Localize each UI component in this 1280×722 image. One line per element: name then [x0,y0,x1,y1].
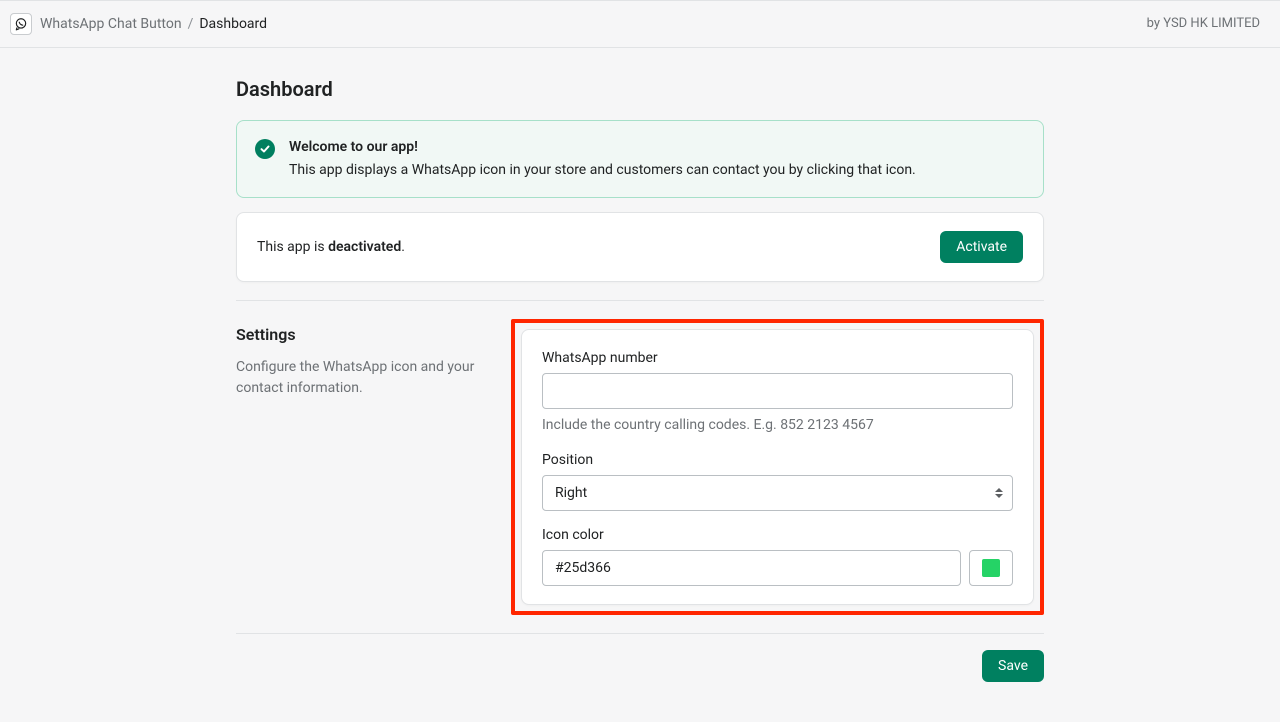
save-button[interactable]: Save [982,650,1044,682]
field-position: Position Right [542,450,1013,511]
activate-button[interactable]: Activate [940,231,1023,263]
banner-title: Welcome to our app! [289,137,916,158]
settings-side: Settings Configure the WhatsApp icon and… [236,319,491,399]
by-line: by YSD HK LIMITED [1147,14,1260,34]
status-prefix: This app is [257,239,328,255]
settings-card: WhatsApp number Include the country call… [521,329,1034,605]
color-swatch [982,559,1000,577]
position-select-wrap: Right [542,475,1013,511]
banner-description: This app displays a WhatsApp icon in you… [289,160,916,181]
status-card: This app is deactivated. Activate [236,212,1044,282]
status-suffix: . [401,239,405,255]
field-whatsapp-number: WhatsApp number Include the country call… [542,348,1013,436]
icon-color-label: Icon color [542,525,1013,546]
color-swatch-button[interactable] [969,550,1013,586]
breadcrumb-current: Dashboard [199,14,267,35]
position-select[interactable]: Right [542,475,1013,511]
status-text: This app is deactivated. [257,237,405,258]
page-body: Dashboard Welcome to our app! This app d… [236,48,1044,722]
breadcrumb: WhatsApp Chat Button / Dashboard [40,14,267,35]
settings-heading: Settings [236,323,491,347]
divider [236,633,1044,634]
position-label: Position [542,450,1013,471]
page-actions: Save [236,650,1044,682]
check-circle-icon [255,139,275,159]
icon-color-row [542,550,1013,586]
welcome-banner: Welcome to our app! This app displays a … [236,120,1044,198]
breadcrumb-app[interactable]: WhatsApp Chat Button [40,14,182,35]
topbar: WhatsApp Chat Button / Dashboard by YSD … [0,0,1280,48]
whatsapp-number-label: WhatsApp number [542,348,1013,369]
whatsapp-number-input[interactable] [542,373,1013,409]
banner-content: Welcome to our app! This app displays a … [289,137,916,181]
settings-highlight-box: WhatsApp number Include the country call… [511,319,1044,615]
settings-description: Configure the WhatsApp icon and your con… [236,357,491,399]
checkmark-icon [259,143,271,155]
icon-color-input[interactable] [542,550,961,586]
app-icon [10,13,32,35]
page-title: Dashboard [236,74,1044,104]
whatsapp-number-help: Include the country calling codes. E.g. … [542,415,1013,436]
whatsapp-icon [14,17,28,31]
settings-section: Settings Configure the WhatsApp icon and… [236,319,1044,615]
breadcrumb-separator: / [188,14,194,35]
field-icon-color: Icon color [542,525,1013,586]
divider [236,300,1044,301]
topbar-left: WhatsApp Chat Button / Dashboard [10,13,267,35]
status-state: deactivated [328,239,401,255]
